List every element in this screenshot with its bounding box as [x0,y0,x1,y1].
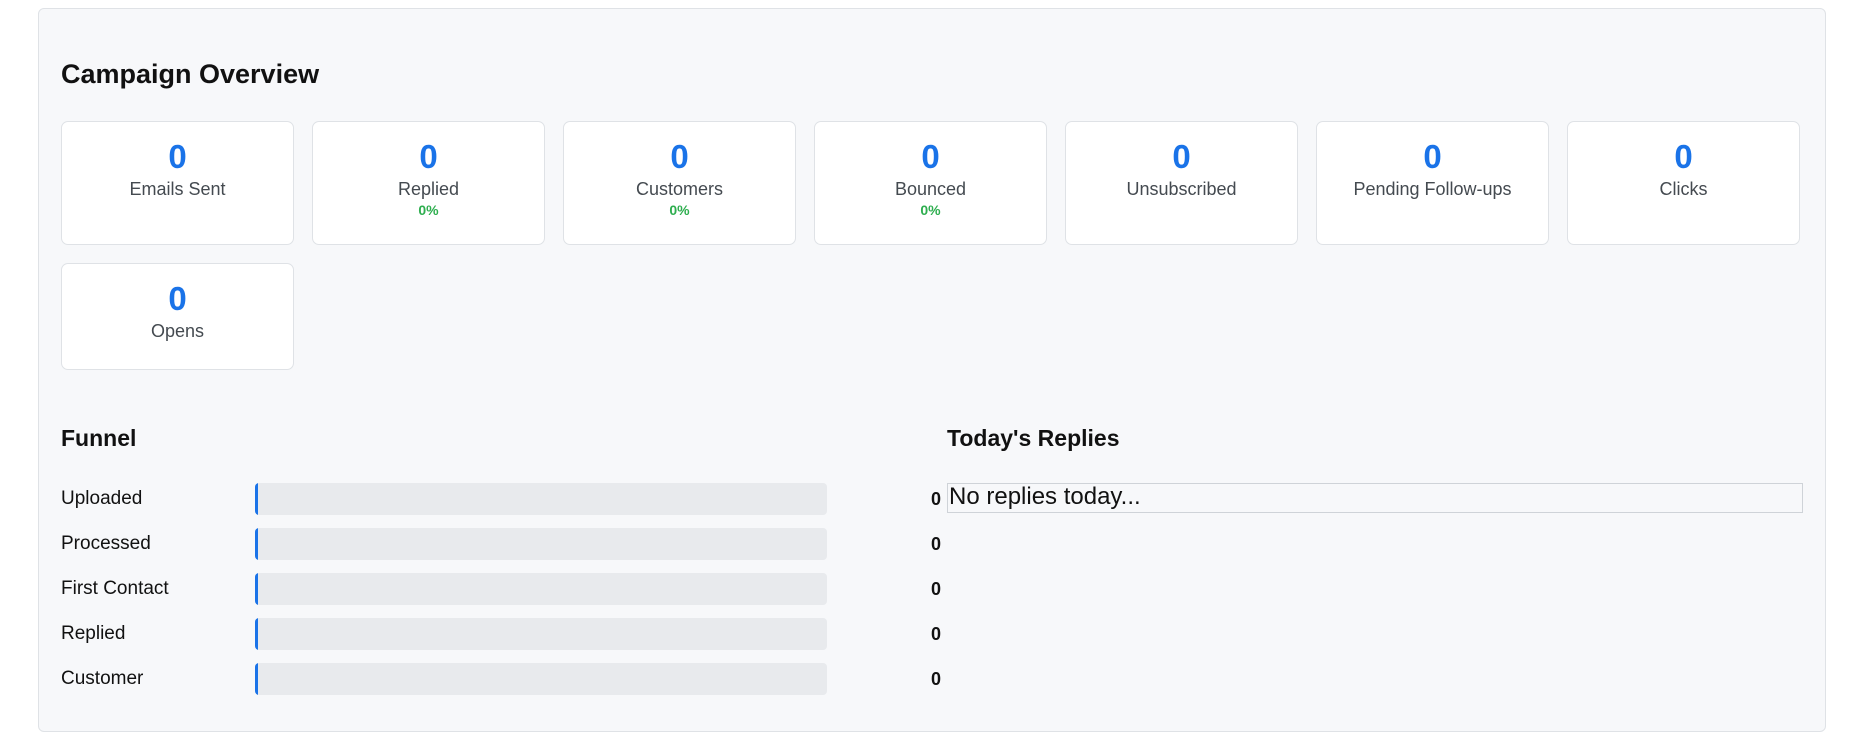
funnel-stage-label: First Contact [61,578,169,599]
funnel-stage-count: 0 [930,624,941,644]
stat-label: Pending Follow-ups [1353,179,1512,199]
funnel-stage-count: 0 [930,489,941,509]
stats-grid: 0 Emails Sent 0 Replied 0% 0 Customers 0… [61,121,1805,370]
stat-card-replied: 0 Replied 0% [312,121,545,245]
funnel-stage-count: 0 [930,534,941,554]
funnel-row-first-contact: First Contact 0 [61,573,941,618]
funnel-bar-fill [255,663,258,695]
funnel-title: Funnel [61,425,137,451]
funnel-bar-track [255,528,827,560]
funnel-bar-fill [255,618,258,650]
stat-card-clicks: 0 Clicks [1567,121,1800,245]
stat-card-bounced: 0 Bounced 0% [814,121,1047,245]
stat-percentage: 0% [669,202,690,218]
funnel-bar-track [255,663,827,695]
stat-label: Unsubscribed [1126,179,1237,199]
stat-value: 0 [1172,138,1191,175]
funnel-stage-label: Processed [61,533,151,554]
funnel-stage-label: Replied [61,623,126,644]
funnel-row-processed: Processed 0 [61,528,941,573]
stat-percentage: 0% [920,202,941,218]
stat-value: 0 [921,138,940,175]
stat-value: 0 [670,138,689,175]
stat-value: 0 [1674,138,1693,175]
stat-card-customers: 0 Customers 0% [563,121,796,245]
todays-replies-list: No replies today... [947,483,1803,513]
funnel-stage-count: 0 [930,669,941,689]
stat-label: Customers [635,179,724,199]
funnel-bar-fill [255,528,258,560]
stat-label: Clicks [1659,179,1708,199]
todays-replies-title: Today's Replies [947,425,1120,451]
stat-label: Opens [150,321,205,341]
stat-card-emails-sent: 0 Emails Sent [61,121,294,245]
funnel-row-uploaded: Uploaded 0 [61,483,941,528]
stat-label: Emails Sent [129,179,226,199]
funnel-bar-track [255,618,827,650]
stat-label: Bounced [894,179,967,199]
funnel-bar-fill [255,483,258,515]
stat-value: 0 [419,138,438,175]
stat-value: 0 [168,280,187,317]
funnel-stage-count: 0 [930,579,941,599]
stat-label: Replied [397,179,460,199]
stat-value: 0 [1423,138,1442,175]
stat-card-pending-follow-ups: 0 Pending Follow-ups [1316,121,1549,245]
funnel-bar-track [255,573,827,605]
campaign-overview-panel: Campaign Overview 0 Emails Sent 0 Replie… [38,8,1826,732]
stat-card-opens: 0 Opens [61,263,294,370]
stat-value: 0 [168,138,187,175]
page-title: Campaign Overview [61,59,320,89]
funnel-bar-fill [255,573,258,605]
funnel-chart: Uploaded 0 Processed 0 First Contact 0 R… [61,483,941,708]
stat-percentage: 0% [418,202,439,218]
stat-card-unsubscribed: 0 Unsubscribed [1065,121,1298,245]
funnel-row-customer: Customer 0 [61,663,941,708]
funnel-stage-label: Uploaded [61,488,143,509]
funnel-row-replied: Replied 0 [61,618,941,663]
funnel-bar-track [255,483,827,515]
funnel-stage-label: Customer [61,668,144,689]
